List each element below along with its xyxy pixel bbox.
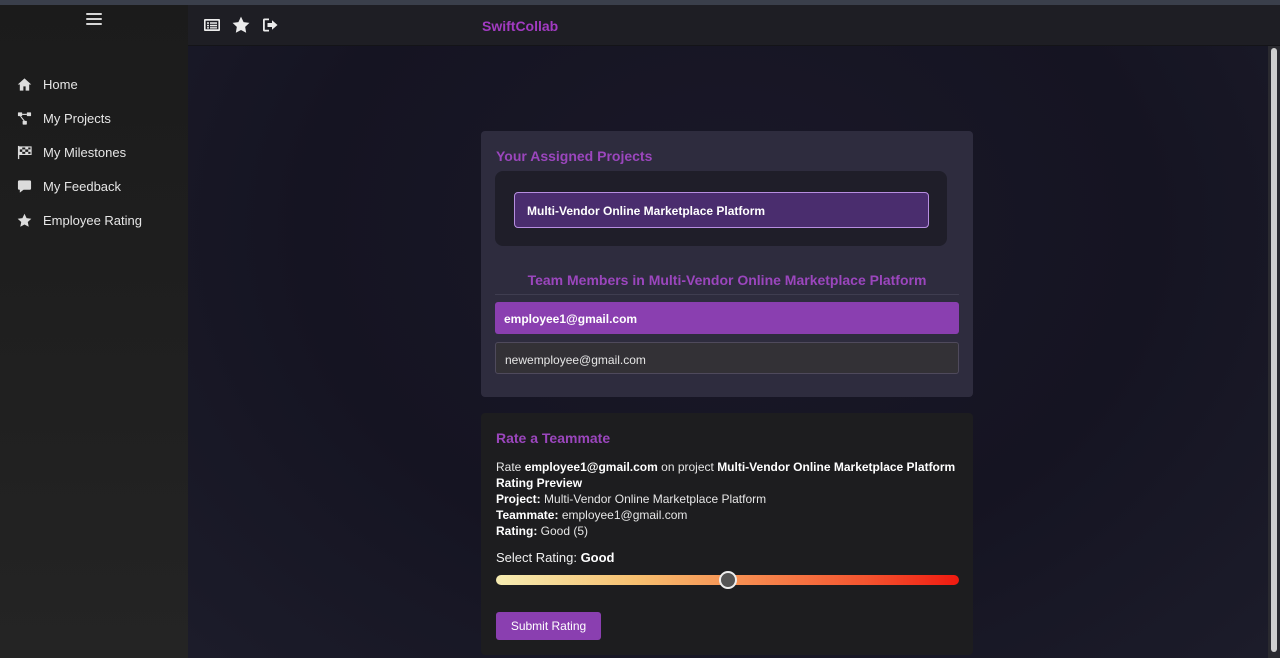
submit-rating-button[interactable]: Submit Rating (496, 612, 601, 640)
sidebar-item-my-milestones[interactable]: My Milestones (0, 135, 188, 169)
select-rating-label: Select Rating: Good (496, 550, 615, 565)
top-bar: SwiftCollab (188, 5, 1280, 46)
topbar-icons (202, 16, 279, 34)
scrollbar[interactable] (1268, 46, 1280, 658)
sidebar-nav: Home My Projects My Milestones My Feedba… (0, 67, 188, 237)
assigned-projects-card: Your Assigned Projects Multi-Vendor Onli… (481, 131, 973, 397)
sidebar-item-label: My Feedback (43, 178, 122, 194)
rating-slider-thumb[interactable] (718, 571, 737, 589)
project-item[interactable]: Multi-Vendor Online Marketplace Platform (514, 192, 929, 228)
brand-title[interactable]: SwiftCollab (482, 18, 558, 34)
project-diagram-icon (16, 110, 32, 126)
rate-email: employee1@gmail.com (524, 460, 658, 474)
assigned-projects-title: Your Assigned Projects (496, 148, 653, 164)
rate-teammate-card: Rate a Teammate Rate employee1@gmail.com… (481, 413, 973, 655)
divider (495, 294, 959, 295)
team-member[interactable]: newemployee@gmail.com (495, 342, 959, 374)
comment-icon (16, 178, 32, 194)
logout-icon[interactable] (260, 16, 279, 34)
rate-sentence: Rate employee1@gmail.com on project Mult… (496, 459, 955, 475)
selected-rating-value: Good (580, 550, 615, 565)
checkered-flag-icon (16, 144, 32, 160)
sidebar-item-label: My Projects (43, 110, 111, 126)
sidebar-item-my-projects[interactable]: My Projects (0, 101, 188, 135)
home-icon (16, 76, 32, 92)
project-list: Multi-Vendor Online Marketplace Platform (495, 171, 947, 246)
rate-mid: on project (661, 460, 714, 474)
rating-details: Rate employee1@gmail.com on project Mult… (496, 459, 955, 539)
sidebar-item-label: Home (43, 76, 78, 92)
team-members-title: Team Members in Multi-Vendor Online Mark… (527, 272, 927, 288)
rate-teammate-title: Rate a Teammate (496, 430, 611, 446)
preview-teammate: Teammate: employee1@gmail.com (496, 508, 688, 522)
star-icon[interactable] (231, 16, 250, 34)
sidebar-item-label: My Milestones (43, 144, 127, 160)
rate-project: Multi-Vendor Online Marketplace Platform (717, 460, 956, 474)
list-icon[interactable] (202, 16, 221, 34)
star-icon (16, 212, 32, 228)
hamburger-menu-icon[interactable] (86, 13, 102, 27)
sidebar-item-employee-rating[interactable]: Employee Rating (0, 203, 188, 237)
sidebar-item-label: Employee Rating (43, 212, 142, 228)
sidebar: Home My Projects My Milestones My Feedba… (0, 5, 188, 658)
preview-rating: Rating: Good (5) (496, 524, 589, 538)
preview-project: Project: Multi-Vendor Online Marketplace… (496, 492, 767, 506)
team-member-selected[interactable]: employee1@gmail.com (495, 302, 959, 334)
rate-prefix: Rate (496, 460, 522, 474)
sidebar-item-my-feedback[interactable]: My Feedback (0, 169, 188, 203)
scrollbar-thumb[interactable] (1271, 48, 1277, 652)
sidebar-item-home[interactable]: Home (0, 67, 188, 101)
rating-preview-title: Rating Preview (496, 476, 583, 490)
